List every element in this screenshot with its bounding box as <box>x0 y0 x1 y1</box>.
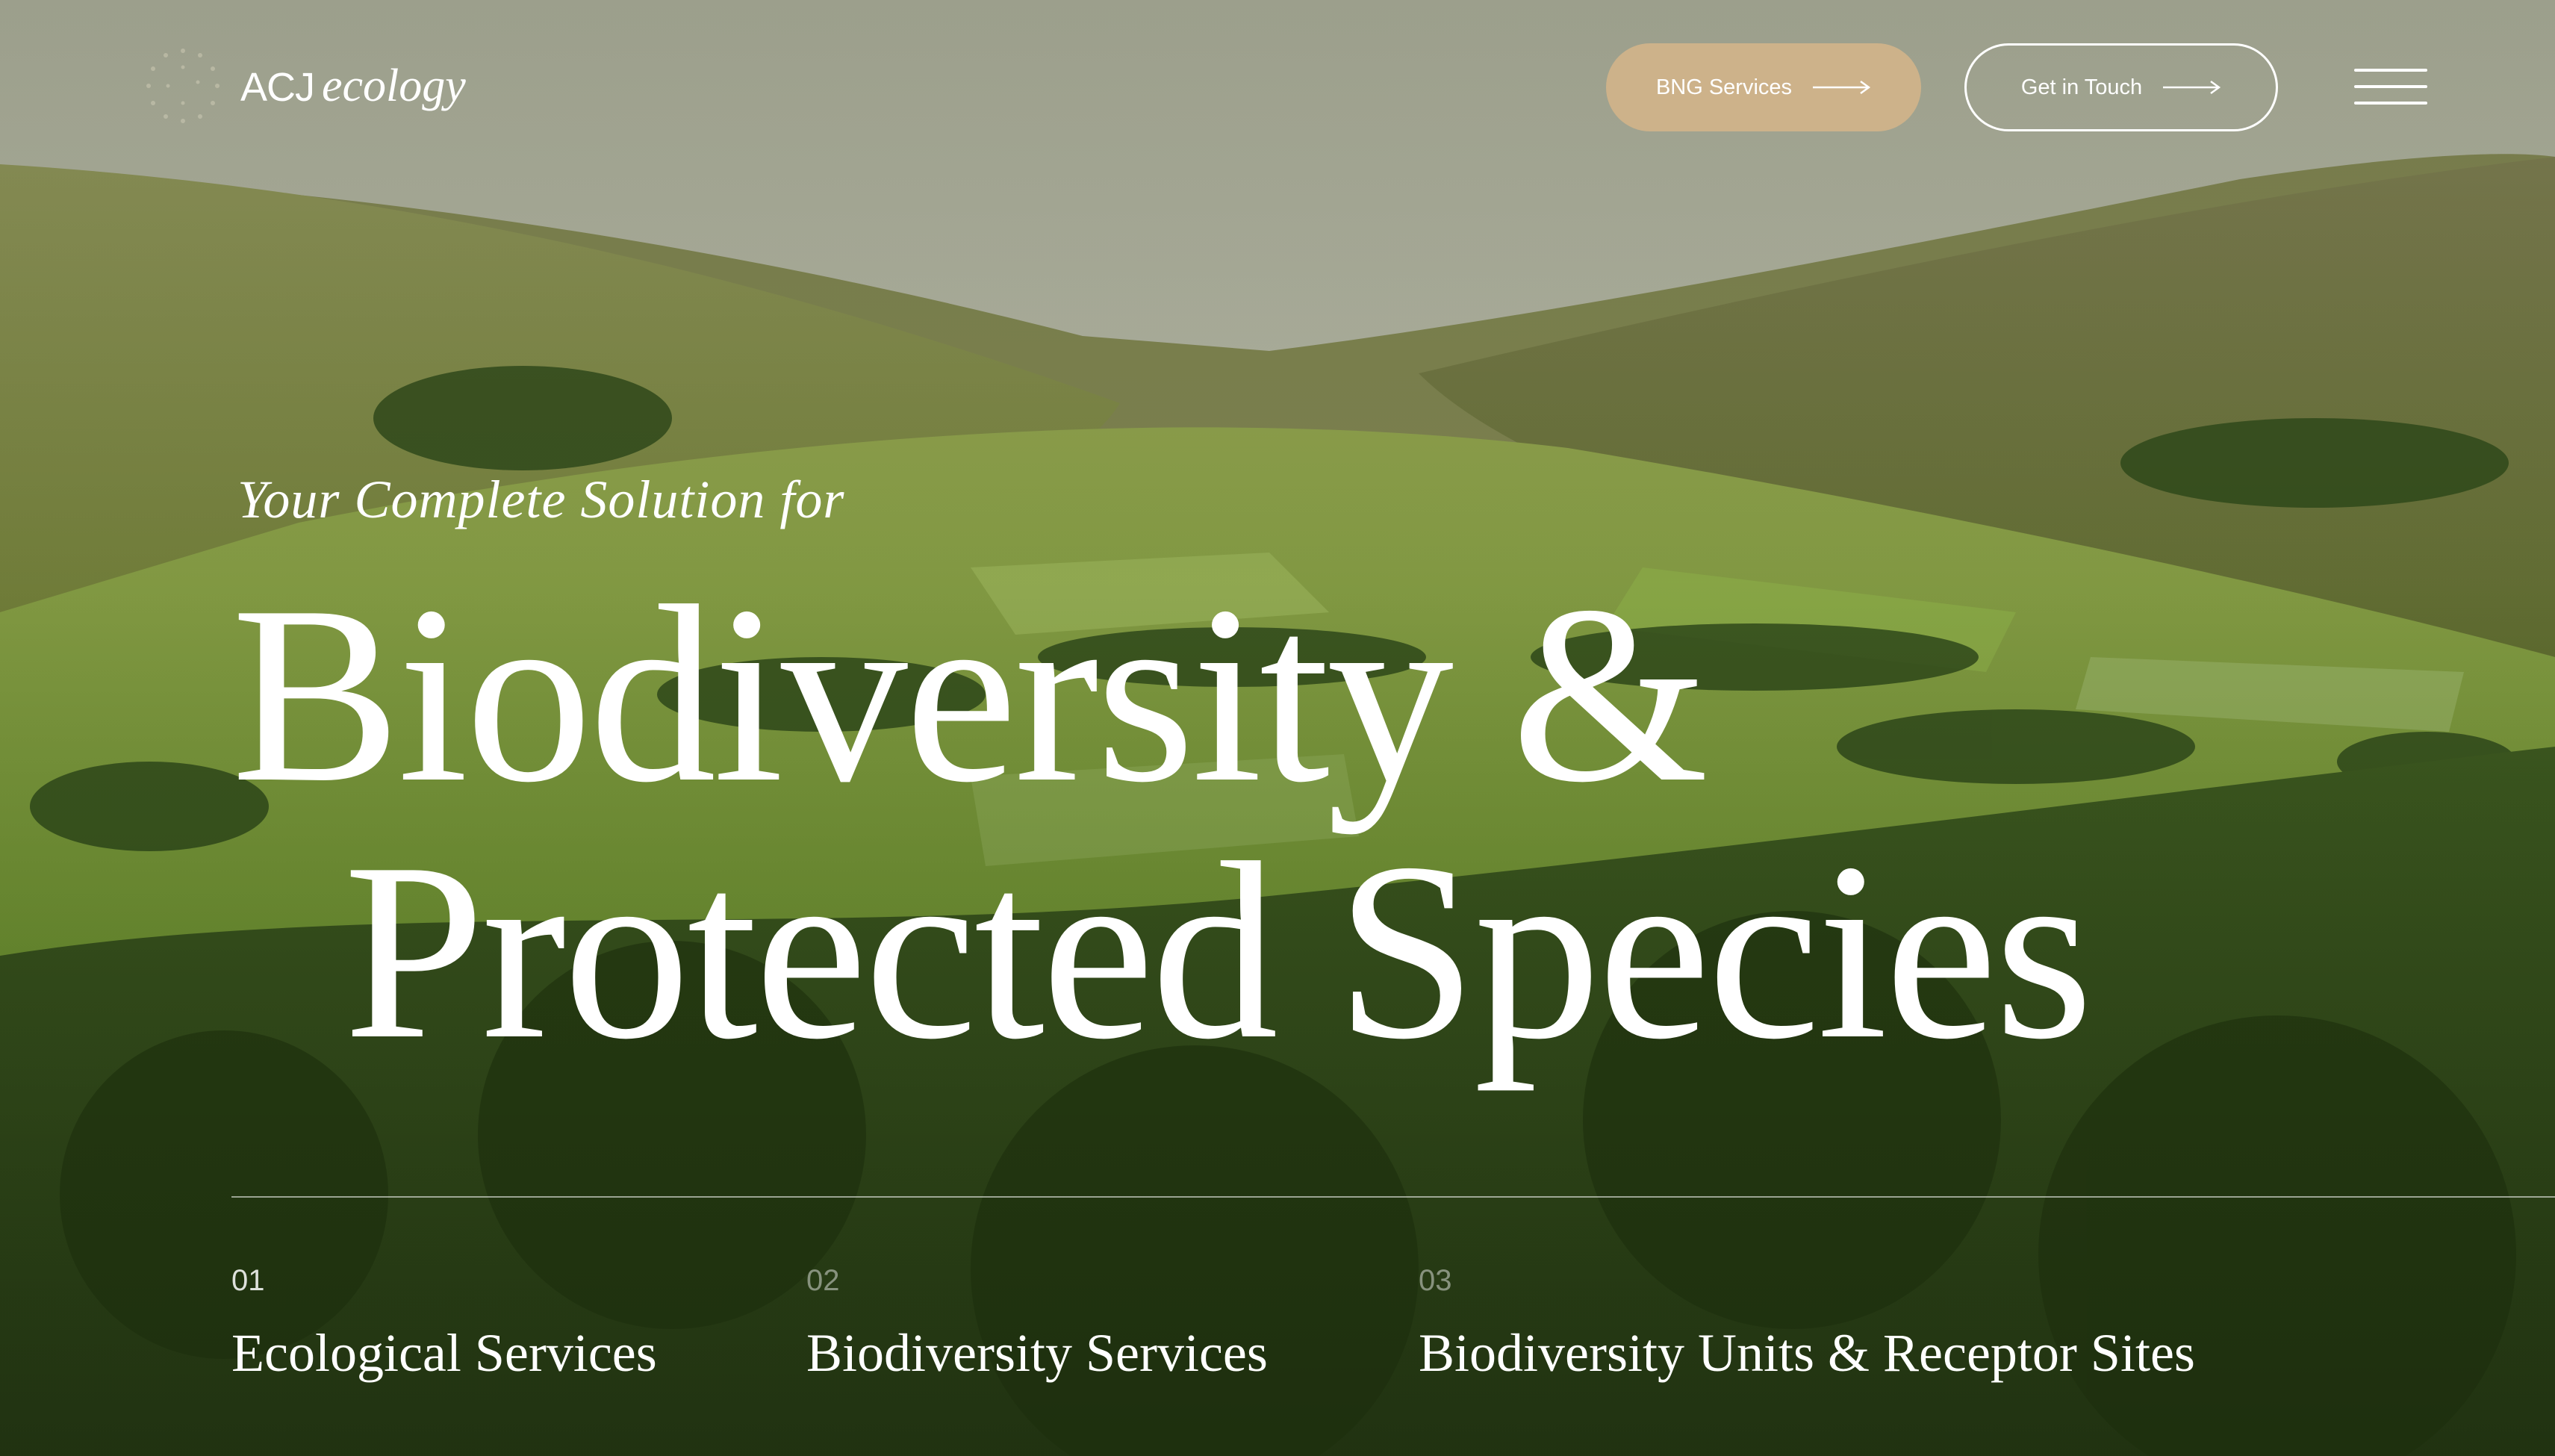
service-ecological[interactable]: 01 Ecological Services <box>231 1262 657 1383</box>
site-header: ACJ ecology BNG Services Get in Touch <box>0 0 2555 172</box>
hero-kicker: Your Complete Solution for <box>237 470 845 529</box>
hero-title-line-2: Protected Species <box>343 810 2094 1092</box>
service-number: 02 <box>806 1264 840 1297</box>
service-number: 03 <box>1419 1264 1452 1297</box>
long-arrow-right-icon <box>2163 80 2221 95</box>
menu-line <box>2354 69 2427 72</box>
dotted-circle-logo-icon <box>146 49 220 123</box>
bng-services-label: BNG Services <box>1655 75 1793 99</box>
hero-title-line-1: Biodiversity & <box>231 553 1709 835</box>
service-biodiversity[interactable]: 02 Biodiversity Services <box>806 1262 1268 1383</box>
service-title: Biodiversity Units & Receptor Sites <box>1419 1323 2195 1383</box>
hamburger-menu-icon[interactable] <box>2354 69 2427 106</box>
logo-wordmark: ACJ ecology <box>240 60 466 113</box>
get-in-touch-button[interactable]: Get in Touch <box>1964 43 2278 131</box>
hero-title: Biodiversity & Protected Species <box>231 567 2173 1078</box>
service-title: Biodiversity Services <box>806 1323 1268 1383</box>
logo-brand: ACJ <box>240 64 315 110</box>
logo-ecology: ecology <box>322 60 466 111</box>
service-title: Ecological Services <box>231 1323 657 1383</box>
site-logo[interactable]: ACJ ecology <box>142 45 466 127</box>
menu-line <box>2354 85 2427 88</box>
services-divider <box>231 1196 2555 1198</box>
bng-services-button[interactable]: BNG Services <box>1606 43 1921 131</box>
menu-line <box>2354 102 2427 105</box>
get-in-touch-label: Get in Touch <box>2020 75 2143 99</box>
long-arrow-right-icon <box>1813 80 1871 95</box>
service-number: 01 <box>231 1264 265 1297</box>
service-biodiversity-units[interactable]: 03 Biodiversity Units & Receptor Sites <box>1419 1262 2195 1383</box>
